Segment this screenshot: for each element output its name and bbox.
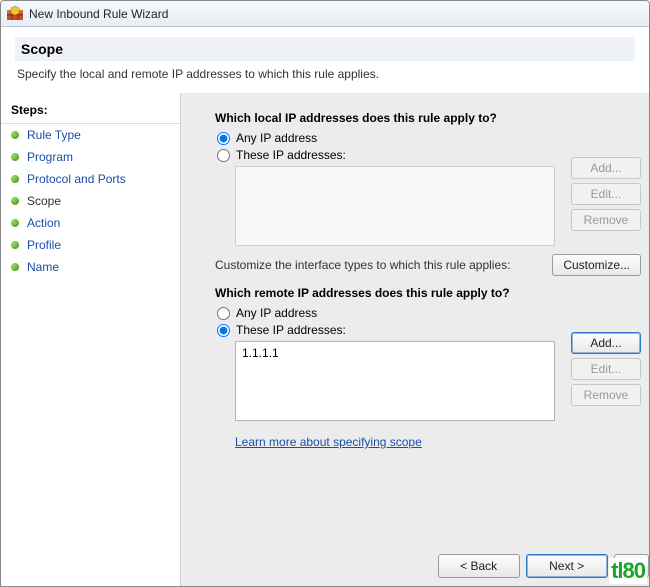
- back-button[interactable]: < Back: [438, 554, 520, 578]
- cancel-button[interactable]: Ca: [614, 554, 649, 578]
- step-bullet-icon: [11, 263, 19, 271]
- step-scope[interactable]: Scope: [1, 190, 180, 212]
- step-link[interactable]: Action: [27, 216, 60, 230]
- local-these-label: These IP addresses:: [236, 148, 346, 162]
- local-add-button: Add...: [571, 157, 641, 179]
- local-any-radio[interactable]: [217, 132, 230, 145]
- local-any-radio-row[interactable]: Any IP address: [217, 131, 641, 145]
- local-remove-button: Remove: [571, 209, 641, 231]
- remote-add-button[interactable]: Add...: [571, 332, 641, 354]
- remote-these-label: These IP addresses:: [236, 323, 346, 337]
- step-protocol-ports[interactable]: Protocol and Ports: [1, 168, 180, 190]
- step-link[interactable]: Name: [27, 260, 59, 274]
- steps-label: Steps:: [1, 99, 180, 124]
- remote-ip-section: Which remote IP addresses does this rule…: [215, 286, 641, 421]
- wizard-header: Scope Specify the local and remote IP ad…: [1, 27, 649, 94]
- learn-more-link[interactable]: Learn more about specifying scope: [235, 435, 422, 449]
- local-ip-section: Which local IP addresses does this rule …: [215, 111, 641, 246]
- step-rule-type[interactable]: Rule Type: [1, 124, 180, 146]
- wizard-footer: < Back Next > Ca: [438, 554, 649, 578]
- local-ip-listbox: [235, 166, 555, 246]
- step-bullet-icon: [11, 153, 19, 161]
- step-bullet-icon: [11, 241, 19, 249]
- remote-these-radio[interactable]: [217, 324, 230, 337]
- interface-text: Customize the interface types to which t…: [215, 258, 510, 272]
- customize-button[interactable]: Customize...: [552, 254, 641, 276]
- local-ip-question: Which local IP addresses does this rule …: [215, 111, 641, 125]
- interface-customize-row: Customize the interface types to which t…: [215, 254, 641, 276]
- step-name[interactable]: Name: [1, 256, 180, 278]
- step-link[interactable]: Protocol and Ports: [27, 172, 126, 186]
- steps-sidebar: Steps: Rule Type Program Protocol and Po…: [1, 93, 181, 586]
- step-bullet-icon: [11, 175, 19, 183]
- local-any-label: Any IP address: [236, 131, 317, 145]
- page-subtitle: Specify the local and remote IP addresse…: [17, 67, 633, 81]
- step-action[interactable]: Action: [1, 212, 180, 234]
- local-edit-button: Edit...: [571, 183, 641, 205]
- step-link[interactable]: Scope: [27, 194, 61, 208]
- step-program[interactable]: Program: [1, 146, 180, 168]
- remote-any-radio-row[interactable]: Any IP address: [217, 306, 641, 320]
- remote-remove-button: Remove: [571, 384, 641, 406]
- wizard-content: Which local IP addresses does this rule …: [181, 93, 649, 586]
- window-title: New Inbound Rule Wizard: [29, 7, 168, 21]
- remote-any-label: Any IP address: [236, 306, 317, 320]
- step-bullet-icon: [11, 197, 19, 205]
- step-link[interactable]: Program: [27, 150, 73, 164]
- remote-ip-question: Which remote IP addresses does this rule…: [215, 286, 641, 300]
- local-these-radio[interactable]: [217, 149, 230, 162]
- step-bullet-icon: [11, 131, 19, 139]
- step-link[interactable]: Rule Type: [27, 128, 81, 142]
- page-heading: Scope: [15, 37, 635, 61]
- step-bullet-icon: [11, 219, 19, 227]
- remote-ip-entry[interactable]: 1.1.1.1: [242, 346, 548, 360]
- remote-edit-button: Edit...: [571, 358, 641, 380]
- remote-ip-listbox[interactable]: 1.1.1.1: [235, 341, 555, 421]
- next-button[interactable]: Next >: [526, 554, 608, 578]
- step-link[interactable]: Profile: [27, 238, 61, 252]
- firewall-icon: [7, 6, 23, 22]
- remote-any-radio[interactable]: [217, 307, 230, 320]
- titlebar: New Inbound Rule Wizard: [1, 1, 649, 27]
- step-profile[interactable]: Profile: [1, 234, 180, 256]
